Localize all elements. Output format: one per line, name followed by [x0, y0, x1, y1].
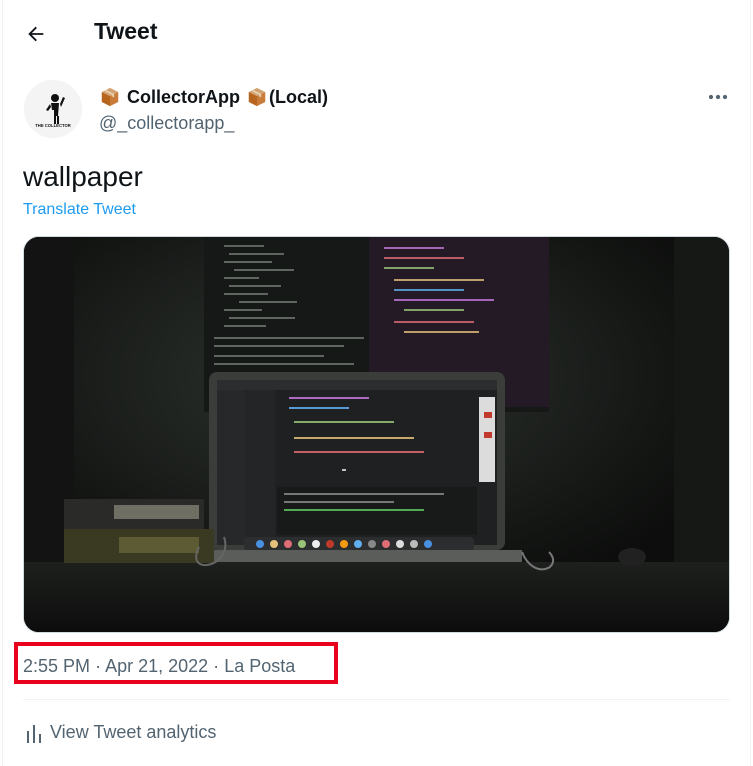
avatar-logo-icon: THE COLLECTOR: [24, 80, 82, 138]
author-name: CollectorApp: [127, 86, 241, 107]
tweet-timestamp: 2:55 PM · Apr 21, 2022 · La Posta: [23, 656, 295, 677]
back-button[interactable]: [16, 14, 56, 54]
tweet-time-link[interactable]: 2:55 PM: [23, 656, 90, 676]
view-analytics-button[interactable]: View Tweet analytics: [26, 722, 216, 743]
package-icon: [248, 87, 266, 107]
author-name-suffix: (Local): [269, 86, 329, 107]
analytics-bars-icon: [27, 724, 41, 743]
separator: ·: [95, 656, 102, 676]
avatar[interactable]: THE COLLECTOR: [24, 80, 82, 138]
back-arrow-icon: [28, 26, 44, 42]
author-handle[interactable]: @_collectorapp_: [99, 113, 234, 134]
separator: ·: [213, 656, 220, 676]
analytics-label: View Tweet analytics: [50, 722, 217, 742]
more-options-button[interactable]: [703, 84, 733, 110]
translate-tweet-link[interactable]: Translate Tweet: [23, 201, 136, 219]
author-display-name[interactable]: CollectorApp (Local): [99, 86, 328, 108]
page-header: Tweet: [0, 0, 753, 66]
wallpaper-photo: [24, 237, 729, 632]
divider: [23, 699, 730, 700]
package-icon: [101, 87, 119, 107]
tweet-media-image[interactable]: [23, 236, 730, 633]
frame-border-right: [750, 0, 751, 766]
frame-border-left: [2, 0, 3, 766]
page-title: Tweet: [94, 18, 158, 44]
avatar-text: THE COLLECTOR: [35, 123, 71, 128]
tweet-date-link[interactable]: Apr 21, 2022: [105, 656, 208, 676]
tweet-source-link[interactable]: La Posta: [224, 656, 295, 676]
more-icon: [708, 94, 728, 100]
tweet-text: wallpaper: [23, 161, 143, 192]
